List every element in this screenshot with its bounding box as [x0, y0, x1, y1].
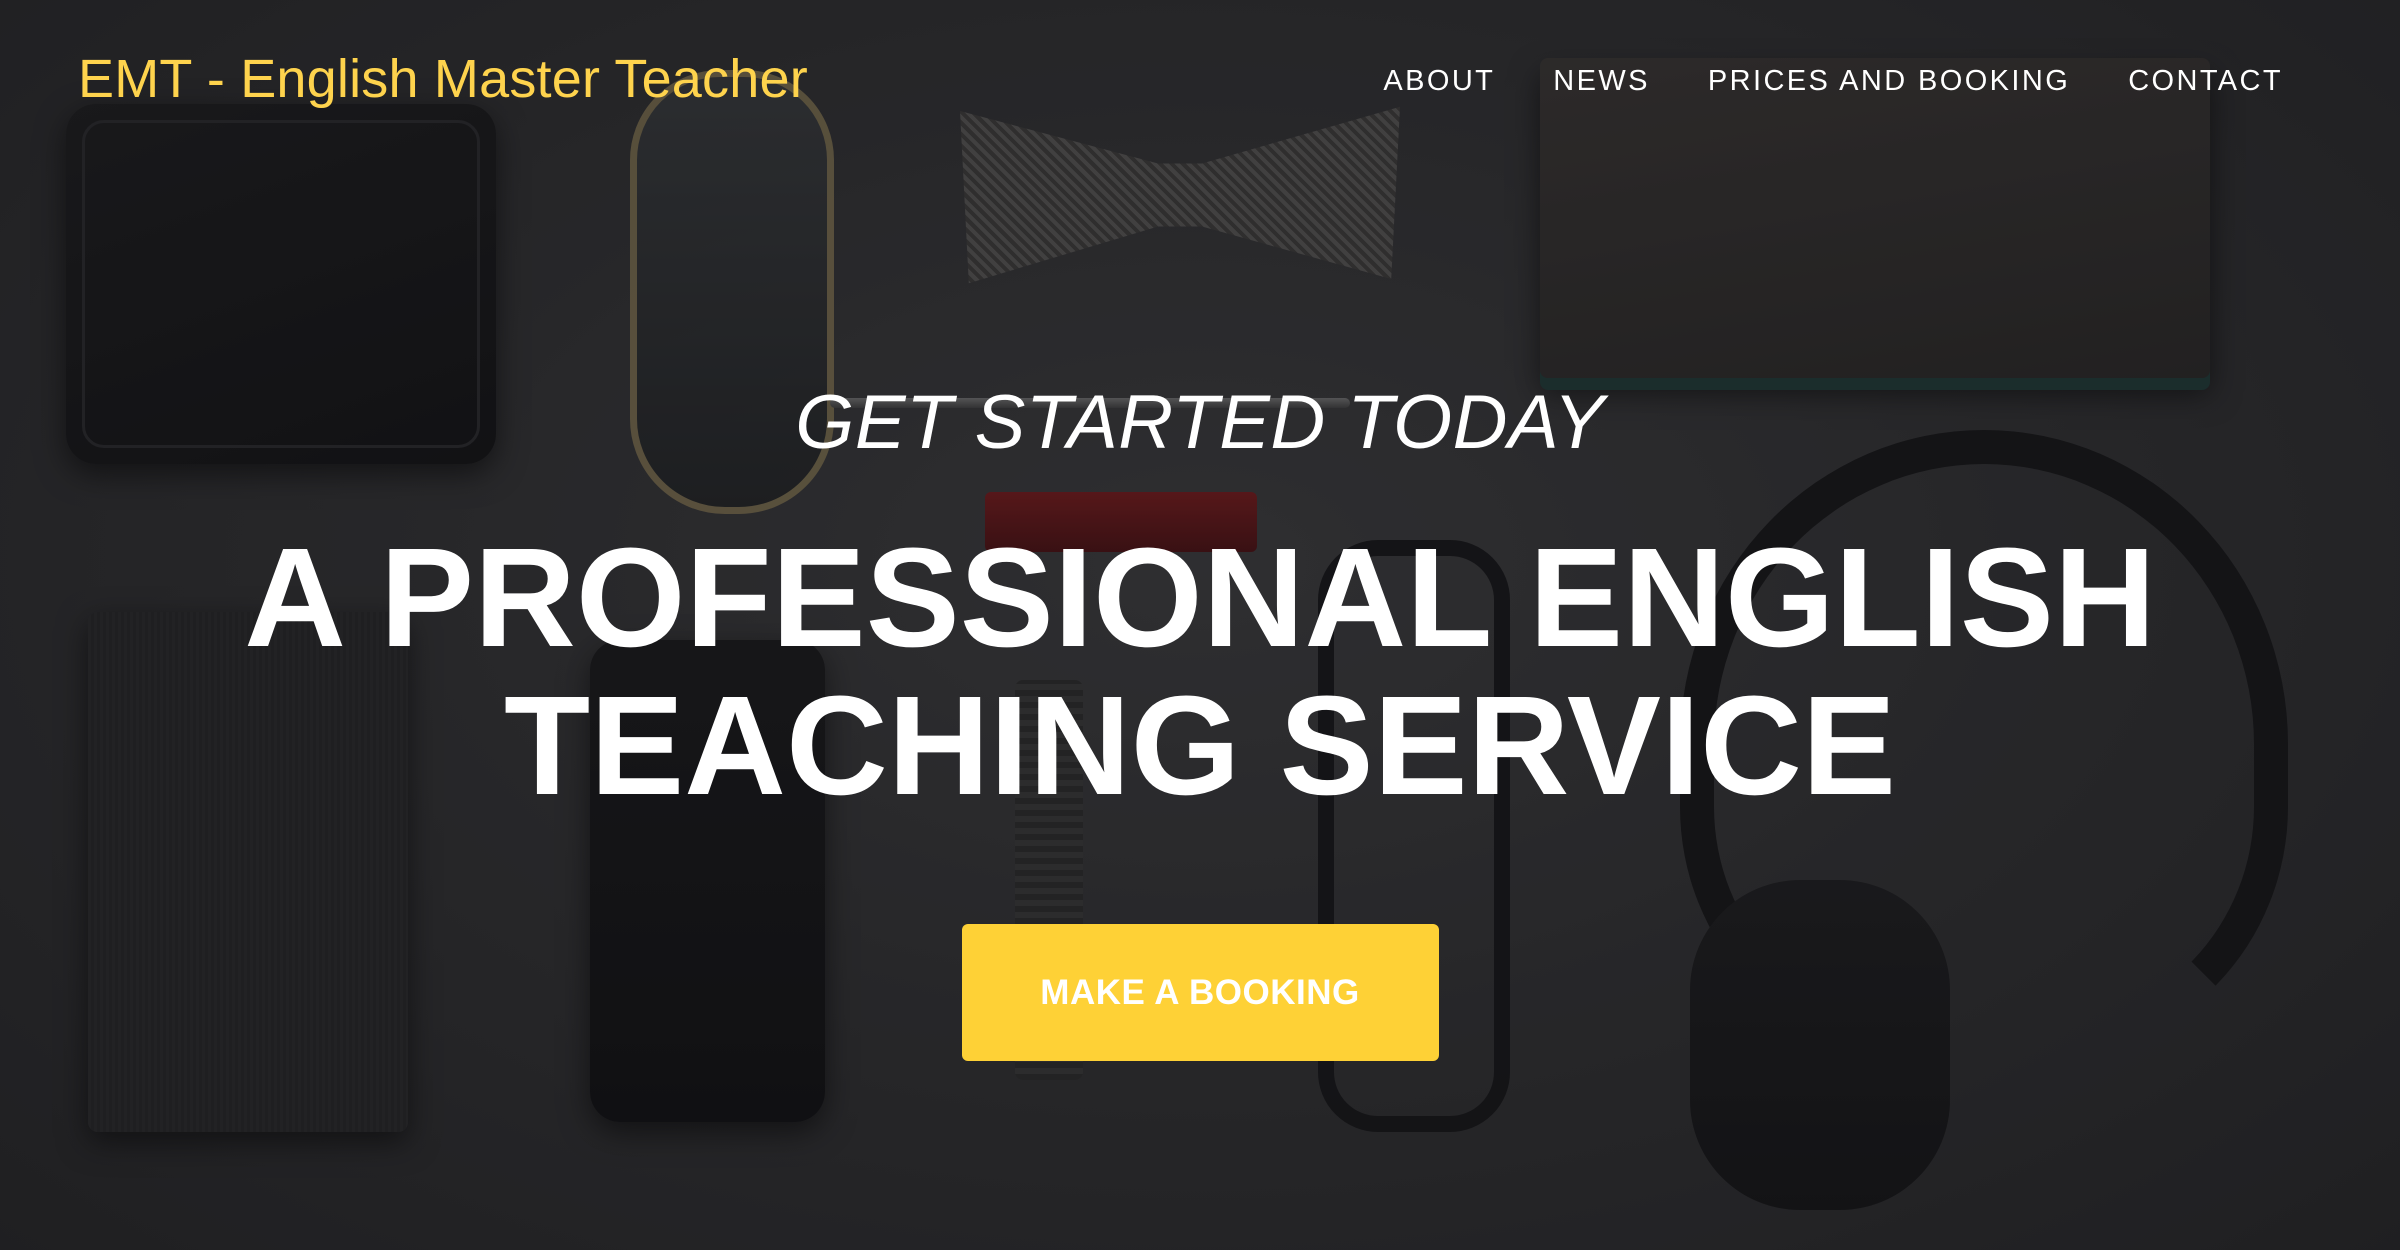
nav-item-prices-and-booking: PRICES AND BOOKING: [1679, 63, 2099, 98]
make-booking-button[interactable]: MAKE A BOOKING: [961, 924, 1439, 1061]
nav-link-news[interactable]: NEWS: [1524, 65, 1679, 98]
nav-item-news: NEWS: [1524, 63, 1679, 98]
masthead-subheading: GET STARTED TODAY: [795, 380, 1605, 465]
brand-link[interactable]: EMT - English Master Teacher: [78, 48, 808, 110]
nav-link-about[interactable]: ABOUT: [1354, 65, 1524, 98]
nav-item-contact: CONTACT: [2099, 63, 2312, 98]
nav-item-about: ABOUT: [1354, 63, 1524, 98]
masthead-heading: A PROFESSIONAL ENGLISH TEACHING SERVICE: [244, 518, 2156, 824]
main-navbar: EMT - English Master Teacher ABOUT NEWS …: [0, 0, 2400, 160]
nav-menu: ABOUT NEWS PRICES AND BOOKING CONTACT: [1354, 63, 2312, 98]
hero-section: EMT - English Master Teacher ABOUT NEWS …: [0, 0, 2400, 1250]
nav-link-prices-and-booking[interactable]: PRICES AND BOOKING: [1679, 65, 2099, 98]
nav-link-contact[interactable]: CONTACT: [2099, 65, 2312, 98]
masthead: GET STARTED TODAY A PROFESSIONAL ENGLISH…: [0, 385, 2400, 1061]
